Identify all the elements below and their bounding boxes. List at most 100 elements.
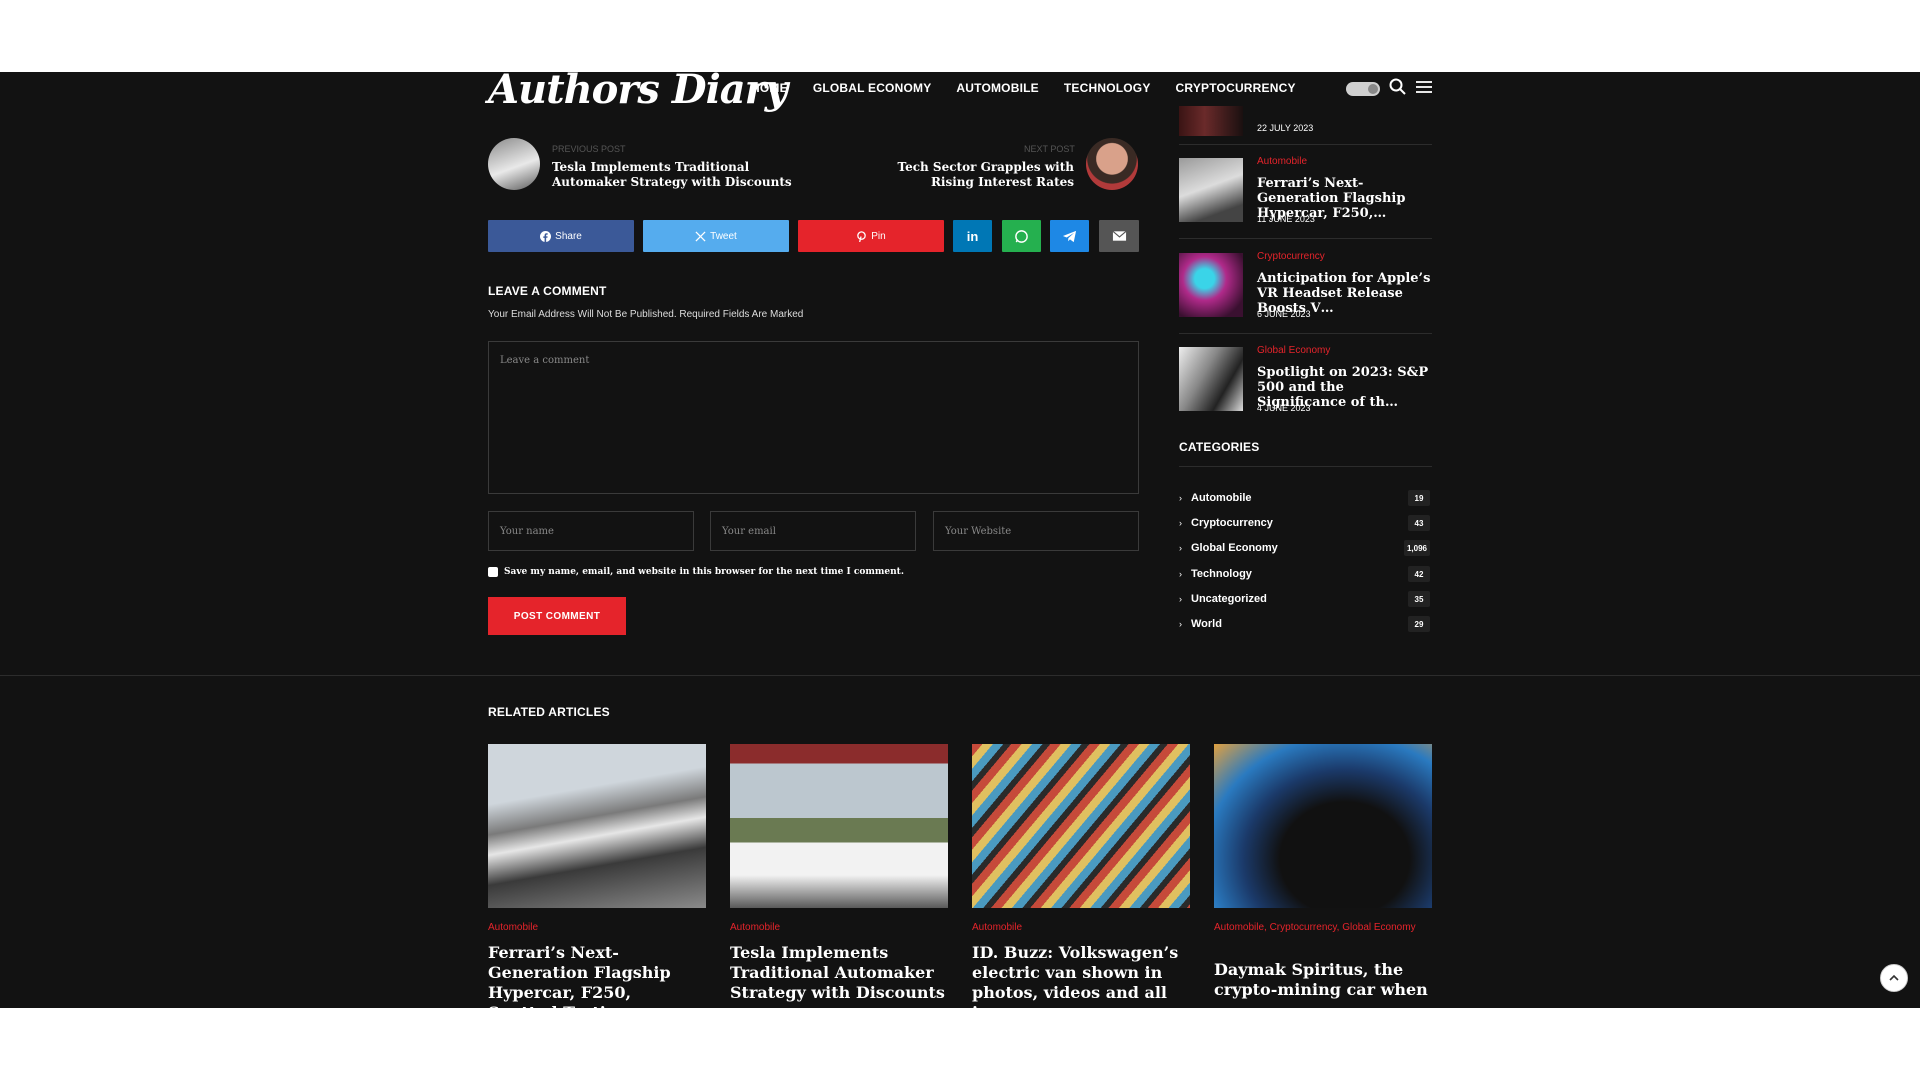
share-email-button[interactable] xyxy=(1099,220,1139,252)
category-count: 29 xyxy=(1408,616,1430,632)
category-count: 35 xyxy=(1408,591,1430,607)
category-count: 42 xyxy=(1408,566,1430,582)
sidebar-post-category[interactable]: Automobile xyxy=(1257,156,1307,167)
categories-title: CATEGORIES xyxy=(1179,440,1260,454)
sidebar-post-thumbnail xyxy=(1179,347,1243,411)
scroll-to-top-button[interactable] xyxy=(1880,964,1908,992)
chevron-right-icon: › xyxy=(1179,543,1182,553)
share-pinterest-button[interactable]: Pin xyxy=(798,220,944,252)
chevron-right-icon: › xyxy=(1179,518,1182,528)
linkedin-icon: in xyxy=(966,228,979,244)
share-facebook-label: Share xyxy=(555,230,582,242)
search-icon[interactable] xyxy=(1388,77,1408,97)
related-article-image[interactable] xyxy=(488,744,706,908)
site-logo[interactable]: Authors Diary xyxy=(488,72,788,113)
related-article-image[interactable] xyxy=(1214,744,1432,908)
share-twitter-label: Tweet xyxy=(710,230,737,242)
related-article-title[interactable]: Tesla Implements Traditional Automaker S… xyxy=(730,943,948,1003)
category-name: Uncategorized xyxy=(1191,593,1267,605)
sidebar-post-date: 4 JUNE 2023 xyxy=(1257,403,1311,413)
nav-global-economy[interactable]: GLOBAL ECONOMY xyxy=(813,81,932,95)
sidebar-post-3[interactable]: Global Economy Spotlight on 2023: S&P 50… xyxy=(1179,345,1432,425)
share-telegram-button[interactable] xyxy=(1050,220,1089,252)
sidebar-post-category[interactable]: Cryptocurrency xyxy=(1257,251,1325,262)
share-pinterest-label: Pin xyxy=(871,230,886,242)
sidebar-post-0[interactable]: 22 JULY 2023 xyxy=(1179,106,1432,136)
nav-automobile[interactable]: AUTOMOBILE xyxy=(956,81,1038,95)
name-placeholder: Your name xyxy=(500,526,554,537)
dark-mode-toggle[interactable] xyxy=(1346,82,1380,96)
category-count: 19 xyxy=(1408,490,1430,506)
related-article-image[interactable] xyxy=(730,744,948,908)
category-name: Cryptocurrency xyxy=(1191,517,1273,529)
sidebar-post-1[interactable]: Automobile Ferrari’s Next-Generation Fla… xyxy=(1179,156,1432,236)
comment-note: Your Email Address Will Not Be Published… xyxy=(488,309,804,320)
related-article-image[interactable] xyxy=(972,744,1190,908)
category-name: Automobile xyxy=(1191,492,1252,504)
nav-cryptocurrency[interactable]: CRYPTOCURRENCY xyxy=(1176,81,1296,95)
email-placeholder: Your email xyxy=(722,526,776,537)
related-article-category[interactable]: Automobile xyxy=(488,920,538,935)
name-field[interactable]: Your name xyxy=(488,511,694,551)
category-technology[interactable]: › Technology 42 xyxy=(1179,565,1432,583)
email-field[interactable]: Your email xyxy=(710,511,916,551)
section-divider xyxy=(0,675,1920,676)
category-global-economy[interactable]: › Global Economy 1,096 xyxy=(1179,539,1432,557)
post-comment-button[interactable]: POST COMMENT xyxy=(488,597,626,635)
leave-comment-title: LEAVE A COMMENT xyxy=(488,284,607,298)
sidebar-divider xyxy=(1179,466,1432,467)
pinterest-icon xyxy=(857,230,867,242)
related-article-category[interactable]: Automobile xyxy=(730,920,780,935)
related-article-title[interactable]: ID. Buzz: Volkswagen’s electric van show… xyxy=(972,943,1190,1008)
previous-post-label: PREVIOUS POST xyxy=(552,144,626,154)
email-icon xyxy=(1112,230,1126,241)
sidebar-divider xyxy=(1179,144,1432,145)
category-name: Global Economy xyxy=(1191,542,1278,554)
related-article-category[interactable]: Automobile, Cryptocurrency, Global Econo… xyxy=(1214,920,1432,935)
share-whatsapp-button[interactable] xyxy=(1002,220,1041,252)
comment-textarea[interactable]: Leave a comment xyxy=(488,341,1139,494)
chevron-right-icon: › xyxy=(1179,493,1182,503)
sidebar-divider xyxy=(1179,333,1432,334)
website-placeholder: Your Website xyxy=(945,526,1012,537)
sidebar-divider xyxy=(1179,238,1432,239)
x-icon xyxy=(695,230,706,242)
sidebar-post-date: 6 JUNE 2023 xyxy=(1257,309,1311,319)
menu-icon[interactable] xyxy=(1414,77,1434,97)
share-facebook-button[interactable]: Share xyxy=(488,220,634,252)
related-article-title[interactable]: Ferrari’s Next-Generation Flagship Hyper… xyxy=(488,943,706,1008)
site-header: Authors Diary HOME GLOBAL ECONOMY AUTOMO… xyxy=(0,72,1920,113)
chevron-right-icon: › xyxy=(1179,619,1182,629)
next-post-thumbnail[interactable] xyxy=(1086,138,1138,190)
category-automobile[interactable]: › Automobile 19 xyxy=(1179,489,1432,507)
category-count: 43 xyxy=(1408,515,1430,531)
category-name: Technology xyxy=(1191,568,1252,580)
save-info-label: Save my name, email, and website in this… xyxy=(504,567,904,577)
category-cryptocurrency[interactable]: › Cryptocurrency 43 xyxy=(1179,514,1432,532)
telegram-icon xyxy=(1062,230,1077,242)
facebook-icon xyxy=(540,230,552,242)
next-post-label: NEXT POST xyxy=(1024,144,1075,154)
chevron-up-icon xyxy=(1889,974,1899,981)
nav-home[interactable]: HOME xyxy=(751,81,788,95)
website-field[interactable]: Your Website xyxy=(933,511,1139,551)
whatsapp-icon xyxy=(1015,229,1028,243)
related-article-category[interactable]: Automobile xyxy=(972,920,1022,935)
share-twitter-button[interactable]: Tweet xyxy=(643,220,789,252)
category-uncategorized[interactable]: › Uncategorized 35 xyxy=(1179,590,1432,608)
next-post-title[interactable]: Tech Sector Grapples with Rising Interes… xyxy=(858,160,1074,190)
previous-post-title[interactable]: Tesla Implements Traditional Automaker S… xyxy=(552,160,792,190)
sidebar-post-category[interactable]: Global Economy xyxy=(1257,345,1330,356)
sidebar-post-date: 22 JULY 2023 xyxy=(1257,123,1314,133)
related-article-title[interactable]: Daymak Spiritus, the crypto-mining car w… xyxy=(1214,960,1432,1000)
sidebar-post-thumbnail xyxy=(1179,106,1243,136)
save-info-checkbox[interactable] xyxy=(488,567,498,577)
nav-technology[interactable]: TECHNOLOGY xyxy=(1064,81,1151,95)
main-nav: HOME GLOBAL ECONOMY AUTOMOBILE TECHNOLOG… xyxy=(751,81,1296,95)
share-linkedin-button[interactable]: in xyxy=(953,220,992,252)
category-world[interactable]: › World 29 xyxy=(1179,615,1432,633)
comment-placeholder: Leave a comment xyxy=(500,355,590,366)
previous-post-thumbnail[interactable] xyxy=(488,138,540,190)
sidebar-post-2[interactable]: Cryptocurrency Anticipation for Apple’s … xyxy=(1179,251,1432,331)
sidebar-post-thumbnail xyxy=(1179,158,1243,222)
